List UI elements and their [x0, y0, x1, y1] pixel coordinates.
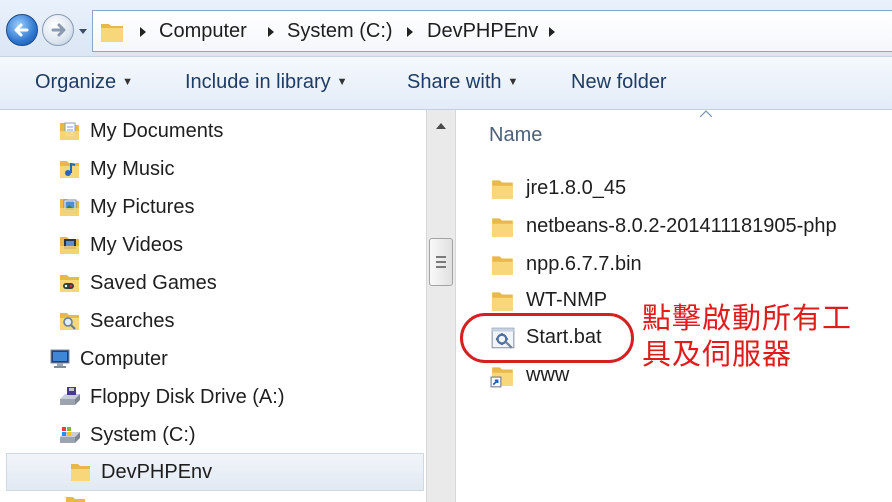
nav-item-computer[interactable]: Computer — [48, 341, 418, 377]
file-item-label: netbeans-8.0.2-201411181905-php — [526, 215, 837, 237]
grip-icon — [436, 256, 446, 271]
include-in-library-label: Include in library — [185, 71, 331, 93]
breadcrumb-arrow-icon[interactable] — [267, 27, 275, 37]
floppy-drive-icon — [60, 387, 80, 405]
highlight-circle — [460, 313, 634, 363]
address-box[interactable]: Computer System (C:) DevPHPEnv — [92, 10, 892, 52]
breadcrumb-arrow-icon[interactable] — [406, 27, 414, 37]
address-bar: Computer System (C:) DevPHPEnv — [0, 0, 892, 57]
nav-item-label: System (C:) — [90, 424, 196, 446]
computer-icon — [50, 349, 70, 368]
hard-drive-icon — [60, 427, 80, 443]
nav-item-saved-games[interactable]: Saved Games — [58, 265, 418, 301]
nav-item-label: My Documents — [90, 120, 224, 142]
nav-item-my-music[interactable]: My Music — [58, 151, 418, 187]
folder-icon — [492, 292, 513, 311]
nav-item-label: My Pictures — [90, 196, 195, 218]
folder-icon — [71, 464, 90, 481]
file-item-label: jre1.8.0_45 — [526, 177, 627, 199]
nav-item-label: Computer — [80, 348, 168, 370]
organize-button[interactable]: Organize ▼ — [35, 71, 133, 94]
videos-folder-icon — [60, 237, 79, 254]
file-item-label: npp.6.7.7.bin — [526, 253, 642, 275]
breadcrumb-computer[interactable]: Computer — [159, 20, 247, 43]
nav-item-my-videos[interactable]: My Videos — [58, 227, 418, 263]
searches-icon — [60, 313, 79, 330]
folder-icon — [492, 256, 513, 275]
nav-item-my-documents[interactable]: My Documents — [58, 113, 418, 149]
command-bar: Organize ▼ Include in library ▼ Share with… — [0, 57, 892, 110]
back-arrow-icon — [14, 23, 29, 37]
chevron-down-icon: ▼ — [336, 76, 348, 88]
nav-item-label: DevPHPEnv — [101, 461, 213, 483]
nav-item-floppy-disk-drive[interactable]: Floppy Disk Drive (A:) — [58, 379, 418, 415]
nav-item-label: My Videos — [90, 234, 184, 256]
new-folder-label: New folder — [571, 71, 667, 93]
nav-item-my-pictures[interactable]: My Pictures — [58, 189, 418, 225]
nav-item-label: Saved Games — [90, 272, 217, 294]
shortcut-folder-icon — [490, 367, 513, 388]
chevron-down-icon: ▼ — [122, 76, 134, 88]
scrollbar-thumb[interactable] — [429, 238, 453, 286]
recent-pages-dropdown-icon[interactable] — [78, 28, 88, 36]
breadcrumb-arrow-icon[interactable] — [548, 27, 556, 37]
forward-arrow-icon — [51, 23, 66, 37]
nav-item-searches[interactable]: Searches — [58, 303, 418, 339]
back-button[interactable] — [6, 14, 38, 46]
annotation-note: 點擊啟動所有工具及伺服器 — [642, 301, 853, 371]
name-column-header[interactable]: Name — [489, 124, 542, 147]
navigation-pane: My Documents My Music My Pictures My Vid… — [0, 110, 426, 502]
saved-games-icon — [60, 275, 79, 292]
breadcrumb-devphpenv[interactable]: DevPHPEnv — [427, 20, 538, 43]
nav-item-label: Floppy Disk Drive (A:) — [90, 386, 285, 408]
folder-icon — [66, 497, 85, 502]
chevron-down-icon: ▼ — [507, 76, 519, 88]
nav-item-devphpenv[interactable]: DevPHPEnv — [6, 453, 424, 491]
sort-ascending-icon — [700, 110, 712, 117]
nav-item-label: My Music — [90, 158, 175, 180]
pictures-folder-icon — [60, 199, 79, 216]
new-folder-button[interactable]: New folder — [571, 71, 667, 94]
forward-button[interactable] — [42, 14, 74, 46]
breadcrumb-system-c[interactable]: System (C:) — [287, 20, 393, 43]
music-folder-icon — [60, 161, 79, 178]
nav-pane-scrollbar[interactable] — [426, 110, 456, 502]
scroll-up-arrow-icon[interactable] — [436, 122, 446, 129]
organize-label: Organize — [35, 71, 117, 93]
share-with-label: Share with — [407, 71, 502, 93]
nav-item-system-c[interactable]: System (C:) — [58, 417, 418, 453]
folder-icon — [492, 180, 513, 199]
include-in-library-button[interactable]: Include in library ▼ — [185, 71, 348, 94]
share-with-button[interactable]: Share with ▼ — [407, 71, 518, 94]
nav-item-label: Searches — [90, 310, 175, 332]
folder-icon — [101, 24, 123, 42]
folder-icon — [492, 218, 513, 237]
documents-folder-icon — [60, 122, 79, 140]
breadcrumb-arrow-icon[interactable] — [139, 27, 147, 37]
